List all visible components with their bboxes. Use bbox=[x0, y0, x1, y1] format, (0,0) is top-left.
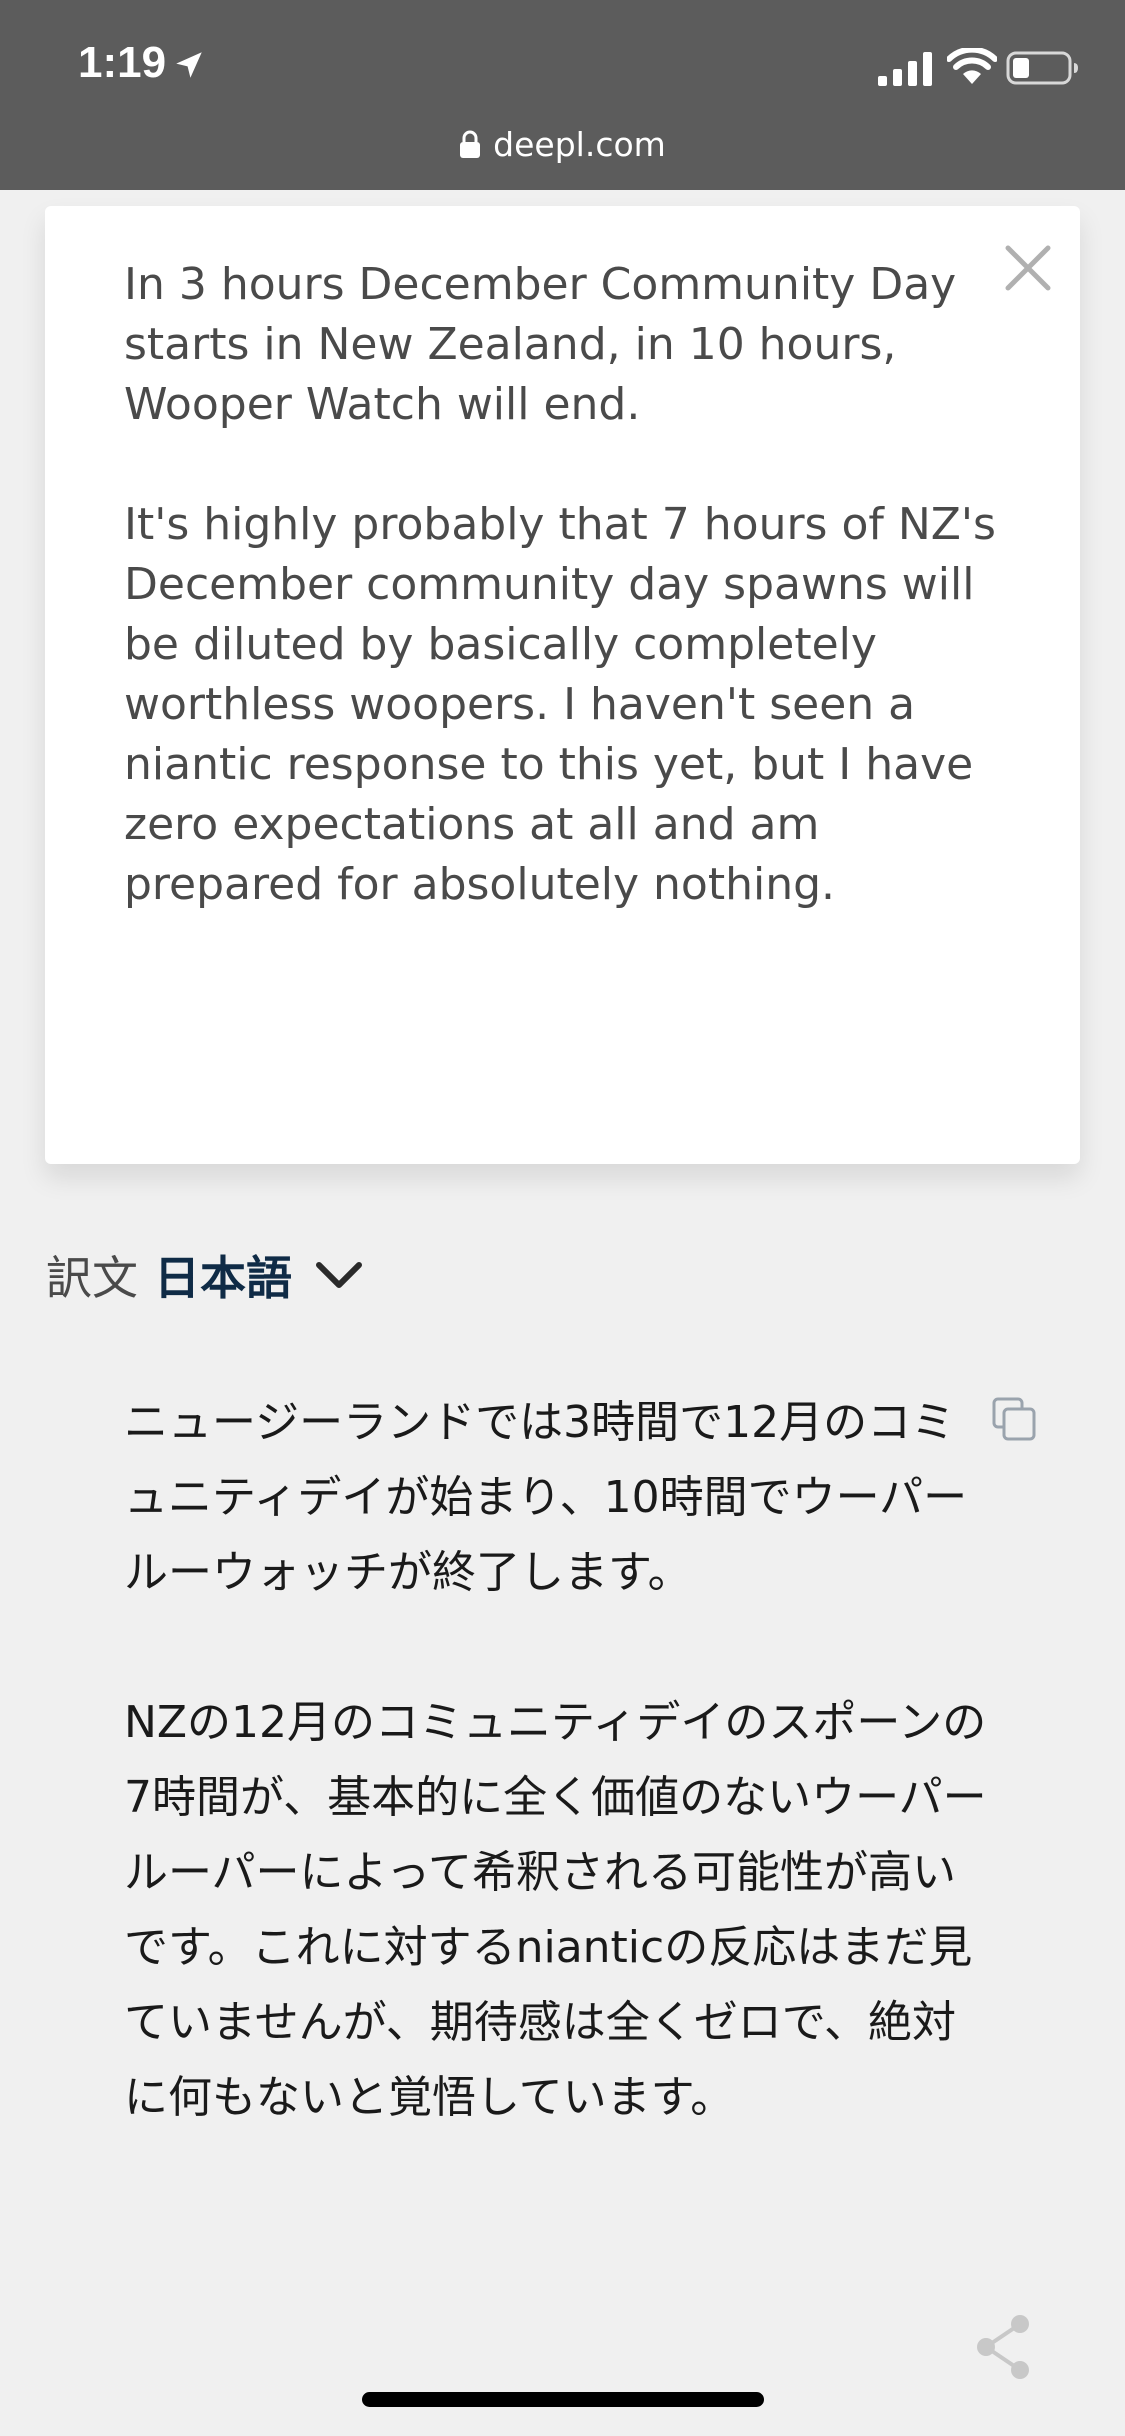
target-language-selector[interactable]: 訳文 日本語 bbox=[46, 1240, 364, 1310]
url-text: deepl.com bbox=[493, 124, 666, 164]
source-paragraph: In 3 hours December Community Day starts… bbox=[124, 259, 957, 430]
close-icon[interactable] bbox=[1000, 240, 1056, 296]
home-indicator[interactable] bbox=[362, 2392, 764, 2407]
location-arrow-icon bbox=[176, 52, 202, 78]
target-label: 訳文 bbox=[46, 1251, 138, 1305]
source-text[interactable]: In 3 hours December Community Day starts… bbox=[124, 255, 1004, 915]
lock-icon bbox=[460, 130, 481, 158]
chevron-down-icon[interactable] bbox=[314, 1258, 364, 1292]
wifi-icon bbox=[947, 48, 997, 84]
translation-paragraph: ニュージーランドでは3時間で12月のコミュニティデイが始まり、10時間でウーパー… bbox=[124, 1397, 968, 1598]
source-paragraph: It's highly probably that 7 hours of NZ'… bbox=[124, 499, 996, 910]
target-language-name[interactable]: 日本語 bbox=[154, 1242, 292, 1308]
cellular-signal-icon bbox=[878, 52, 932, 86]
copy-icon[interactable] bbox=[990, 1395, 1038, 1443]
url-bar[interactable]: deepl.com bbox=[0, 114, 1125, 174]
clock-time: 1:19 bbox=[78, 38, 167, 87]
battery-icon bbox=[1006, 51, 1078, 85]
share-icon[interactable] bbox=[970, 2312, 1036, 2382]
translation-text: ニュージーランドでは3時間で12月のコミュニティデイが始まり、10時間でウーパー… bbox=[124, 1385, 994, 2135]
status-bar: 1:19 deepl.com bbox=[0, 0, 1125, 190]
translation-paragraph: NZの12月のコミュニティデイのスポーンの7時間が、基本的に全く価値のないウーパ… bbox=[124, 1697, 987, 2123]
